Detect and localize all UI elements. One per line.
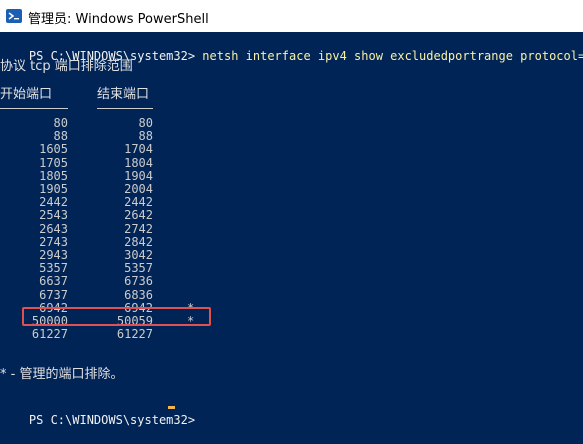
table-row: 1605 1704 — [0, 142, 220, 156]
table-row: 6637 6736 — [0, 274, 220, 288]
end-port: 5357 — [124, 261, 153, 276]
title-bar: 管理员: Windows PowerShell — [0, 0, 583, 32]
table-row: 6737 6836 — [0, 288, 220, 302]
end-port: 88 — [138, 129, 153, 144]
end-port: 2004 — [124, 182, 153, 196]
table-row: 2743 2842 — [0, 235, 220, 249]
console-area[interactable]: PS C:\WINDOWS\system32> netsh interface … — [0, 32, 583, 427]
end-port: 6736 — [124, 274, 153, 289]
column-underline-start — [0, 108, 68, 109]
end-port: 6836 — [124, 287, 153, 302]
table-row: 88 88 — [0, 129, 220, 143]
table-row: 2943 3042 — [0, 248, 220, 262]
text-cursor — [168, 406, 175, 409]
table-row: 1705 1804 — [0, 156, 220, 170]
prompt: PS C:\WINDOWS\system32> — [28, 413, 203, 427]
table-row: 61227 61227 — [0, 327, 220, 341]
column-header-start: 开始端口 — [0, 87, 53, 102]
column-underline-end — [97, 108, 153, 109]
end-port: 2442 — [124, 195, 153, 210]
prompt-line: PS C:\WINDOWS\system32> — [0, 396, 202, 427]
section-title: 协议 tcp 端口排除范围 — [0, 59, 133, 74]
command-line: PS C:\WINDOWS\system32> netsh interface … — [0, 32, 583, 63]
highlight-box — [22, 307, 211, 326]
window-title: 管理员: Windows PowerShell — [28, 12, 209, 27]
end-port: 3042 — [124, 248, 153, 262]
end-port: 2742 — [124, 221, 153, 236]
table-row: 2442 2442 — [0, 195, 220, 209]
table-row: 5357 5357 — [0, 261, 220, 275]
table-row: 80 80 — [0, 116, 220, 130]
footnote: * - 管理的端口排除。 — [0, 367, 124, 382]
table-row: 1905 2004 — [0, 182, 220, 196]
table-row: 2543 2642 — [0, 208, 220, 222]
end-port: 2642 — [124, 208, 153, 223]
powershell-icon — [6, 9, 22, 23]
end-port: 2842 — [124, 234, 153, 249]
end-port: 80 — [138, 116, 153, 130]
command-text: netsh interface ipv4 show excludedportra… — [202, 49, 583, 63]
end-port: 1804 — [124, 155, 153, 170]
end-port: 61227 — [116, 327, 153, 342]
end-port: 1704 — [124, 142, 153, 157]
table-row: 2643 2742 — [0, 222, 220, 236]
column-header-end: 结束端口 — [97, 87, 150, 102]
end-port: 1904 — [124, 168, 153, 183]
table-row: 1805 1904 — [0, 169, 220, 183]
